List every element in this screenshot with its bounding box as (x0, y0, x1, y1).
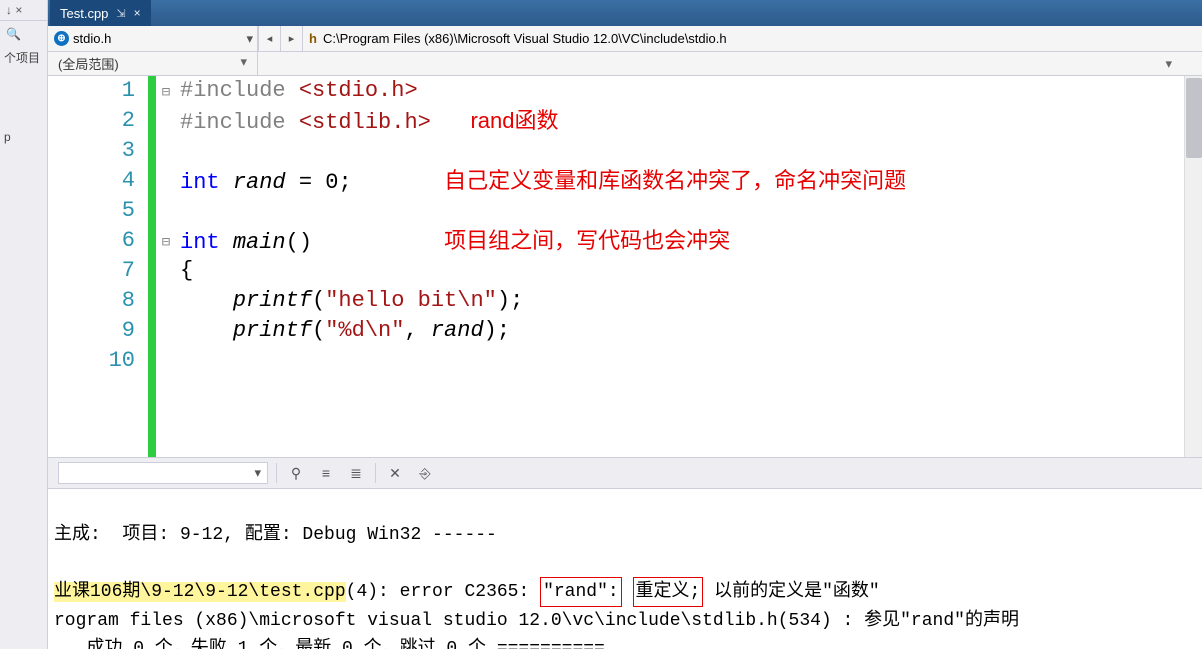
fold-toggle-icon[interactable]: ⊟ (156, 228, 176, 258)
sidebar-label-projects: 个项目 (0, 47, 47, 68)
search-icon[interactable]: 🔍 (0, 21, 47, 47)
output-line-see-decl: rogram files (x86)\microsoft visual stud… (54, 611, 1019, 631)
main-area: Test.cpp ⇲ × ⊕ stdio.h ▾ ◂ ▸ h C:\Progra… (48, 0, 1202, 649)
vertical-scrollbar[interactable] (1184, 76, 1202, 457)
code-content[interactable]: #include <stdio.h> #include <stdlib.h> r… (176, 76, 1202, 457)
change-marker (148, 76, 156, 457)
output-error-file[interactable]: 业课106期\9-12\9-12\test.cpp (54, 582, 346, 602)
fold-gutter[interactable]: ⊟ ⊟ (156, 76, 176, 457)
list-alt-icon[interactable]: ≣ (345, 462, 367, 484)
file-path-display: h C:\Program Files (x86)\Microsoft Visua… (303, 31, 1202, 46)
close-icon[interactable]: × (134, 6, 141, 20)
tab-testcpp[interactable]: Test.cpp ⇲ × (50, 0, 151, 26)
pin-icon[interactable]: ⇲ (116, 7, 125, 20)
build-output[interactable]: 主成: 项目: 9-12, 配置: Debug Win32 ------ 业课1… (48, 489, 1202, 649)
sidebar-label-p: p (0, 128, 47, 146)
file-path-text: C:\Program Files (x86)\Microsoft Visual … (323, 31, 727, 46)
error-token-redefine: 重定义; (633, 577, 704, 607)
output-source-dropdown[interactable]: ▾ (58, 462, 268, 484)
scope-dropdown[interactable]: (全局范围) ▾ (48, 52, 258, 75)
solution-explorer-stub: ↓ × 🔍 个项目 p (0, 0, 48, 649)
chevron-down-icon[interactable]: ▾ (242, 31, 257, 47)
annotation-team: 项目组之间，写代码也会冲突 (444, 228, 730, 253)
output-line-build: 主成: 项目: 9-12, 配置: Debug Win32 ------ (54, 525, 497, 545)
error-token-rand: "rand": (540, 577, 622, 607)
list-icon[interactable]: ≡ (315, 462, 337, 484)
annotation-rand: rand函数 (470, 108, 558, 133)
breadcrumb-bar: ⊕ stdio.h ▾ ◂ ▸ h C:\Program Files (x86)… (48, 26, 1202, 52)
fold-toggle-icon[interactable]: ⊟ (156, 78, 176, 108)
nav-fwd-button[interactable]: ▸ (280, 26, 302, 51)
scope-bar: (全局范围) ▾ ▾ (48, 52, 1202, 76)
clear-icon[interactable]: ✕ (384, 462, 406, 484)
tab-label: Test.cpp (60, 6, 108, 21)
wrap-icon[interactable]: ⎆ (414, 462, 436, 484)
line-number-gutter: 1 2 3 4 5 6 7 8 9 10 (48, 76, 148, 457)
chevron-down-icon[interactable]: ▾ (240, 54, 247, 73)
scope-file-dropdown[interactable]: ⊕ stdio.h ▾ (48, 26, 258, 51)
chevron-down-icon[interactable]: ▾ (1165, 56, 1172, 72)
document-tab-bar: Test.cpp ⇲ × (48, 0, 1202, 26)
output-line-summary: 成功 0 个，失败 1 个，最新 0 个，跳过 0 个 ========== (54, 639, 605, 649)
scrollbar-thumb[interactable] (1186, 78, 1202, 158)
scope-file-label: stdio.h (73, 31, 238, 46)
annotation-conflict: 自己定义变量和库函数名冲突了，命名冲突问题 (444, 168, 906, 193)
code-editor[interactable]: 1 2 3 4 5 6 7 8 9 10 ⊟ ⊟ #include <stdio… (48, 76, 1202, 457)
find-icon[interactable]: ⚲ (285, 462, 307, 484)
output-toolbar: ▾ ⚲ ≡ ≣ ✕ ⎆ (48, 457, 1202, 489)
header-file-icon: h (309, 31, 317, 46)
globe-icon: ⊕ (54, 31, 69, 46)
nav-back-button[interactable]: ◂ (258, 26, 280, 51)
panel-tab[interactable]: ↓ × (0, 0, 47, 21)
scope-label: (全局范围) (58, 54, 119, 73)
